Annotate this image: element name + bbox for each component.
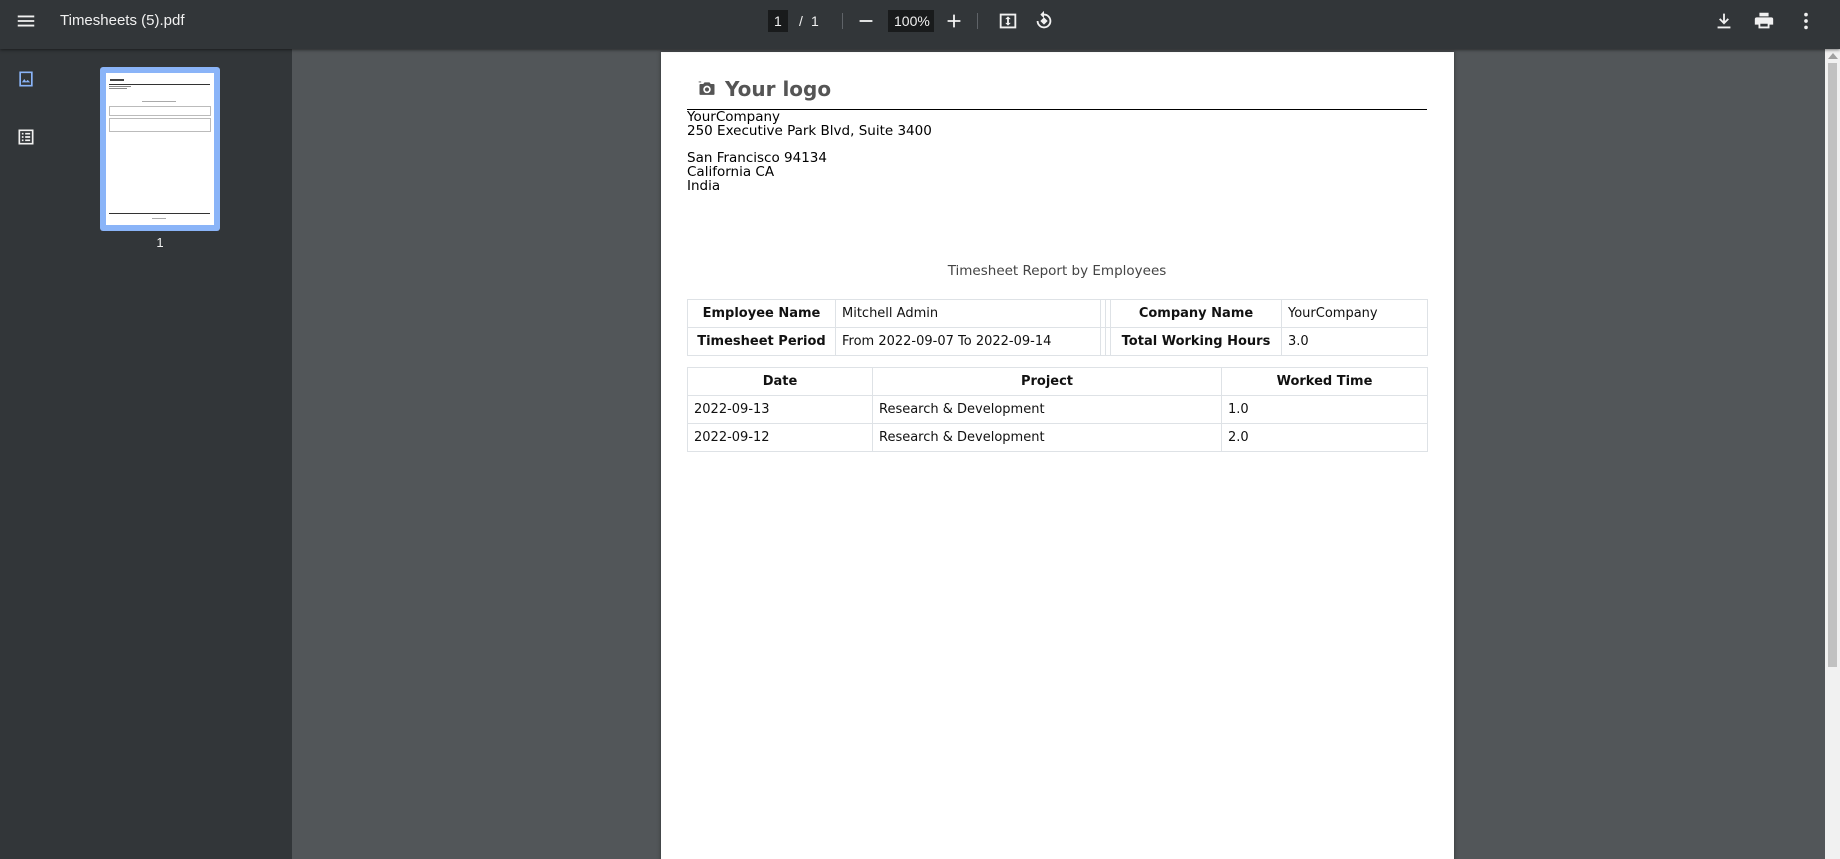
address-line: India — [687, 178, 721, 194]
fit-to-page-icon[interactable] — [990, 3, 1026, 39]
table-header-row: Date Project Worked Time — [687, 367, 1428, 396]
page-separator: / — [799, 12, 803, 29]
document-outline-icon[interactable] — [8, 119, 44, 155]
logo-text: Your logo — [725, 77, 832, 101]
menu-icon[interactable] — [8, 3, 44, 39]
toolbar-divider — [977, 12, 978, 29]
more-options-icon[interactable] — [1788, 3, 1824, 39]
vertical-scrollbar[interactable] — [1825, 49, 1840, 859]
pdf-toolbar: Timesheets (5).pdf 1 / 1 100% — [0, 0, 1840, 49]
file-title: Timesheets (5).pdf — [60, 12, 185, 29]
column-header-project: Project — [872, 367, 1222, 396]
thumbnail-sidebar: 1 — [0, 49, 292, 859]
address-line: 250 Executive Park Blvd, Suite 3400 — [687, 123, 932, 139]
zoom-level-input[interactable]: 100% — [888, 9, 934, 32]
thumbnail-page-preview — [106, 73, 214, 225]
thumbnails-view-icon[interactable] — [8, 61, 44, 97]
worked-time-cell: 1.0 — [1221, 395, 1428, 424]
thumbnail-page-label: 1 — [156, 235, 164, 250]
project-cell: Research & Development — [872, 395, 1222, 424]
table-row: 2022-09-12 Research & Development 2.0 — [687, 423, 1428, 452]
page-number-input[interactable]: 1 — [768, 9, 788, 32]
total-hours-label: Total Working Hours — [1110, 327, 1282, 356]
column-header-date: Date — [687, 367, 873, 396]
download-icon[interactable] — [1706, 3, 1742, 39]
project-cell: Research & Development — [872, 423, 1222, 452]
timesheet-lines-table: Date Project Worked Time 2022-09-13 Rese… — [687, 367, 1428, 452]
address-line: YourCompany — [687, 109, 781, 125]
timesheet-period-value: From 2022-09-07 To 2022-09-14 — [835, 327, 1101, 356]
column-header-worked-time: Worked Time — [1221, 367, 1428, 396]
pdf-page: Your logo YourCompany 250 Executive Park… — [661, 52, 1454, 859]
timesheet-period-label: Timesheet Period — [687, 327, 836, 356]
company-name-value: YourCompany — [1281, 299, 1428, 328]
report-title: Timesheet Report by Employees — [947, 263, 1167, 279]
address-line: San Francisco 94134 — [687, 150, 827, 166]
rotate-icon[interactable] — [1026, 3, 1062, 39]
employee-name-label: Employee Name — [687, 299, 836, 328]
scrollbar-thumb[interactable] — [1828, 63, 1837, 667]
scroll-up-arrow-icon[interactable] — [1828, 53, 1838, 59]
worked-time-cell: 2.0 — [1221, 423, 1428, 452]
zoom-out-icon[interactable] — [848, 3, 884, 39]
company-address: YourCompany 250 Executive Park Blvd, Sui… — [687, 110, 932, 193]
page-thumbnail[interactable] — [100, 67, 220, 231]
employee-summary-table: Employee Name Mitchell Admin Company Nam… — [687, 299, 1428, 356]
company-name-label: Company Name — [1110, 299, 1282, 328]
employee-name-value: Mitchell Admin — [835, 299, 1101, 328]
document-viewer[interactable]: Your logo YourCompany 250 Executive Park… — [292, 49, 1825, 859]
total-hours-value: 3.0 — [1281, 327, 1428, 356]
date-cell: 2022-09-12 — [687, 423, 873, 452]
address-line: California CA — [687, 164, 775, 180]
table-row: Employee Name Mitchell Admin Company Nam… — [687, 299, 1428, 328]
date-cell: 2022-09-13 — [687, 395, 873, 424]
toolbar-divider — [842, 12, 843, 29]
table-row: Timesheet Period From 2022-09-07 To 2022… — [687, 327, 1428, 356]
total-pages: 1 — [811, 12, 819, 29]
table-row: 2022-09-13 Research & Development 1.0 — [687, 395, 1428, 424]
print-icon[interactable] — [1746, 3, 1782, 39]
camera-icon — [698, 81, 715, 95]
zoom-in-icon[interactable] — [936, 3, 972, 39]
company-logo: Your logo — [697, 77, 831, 101]
